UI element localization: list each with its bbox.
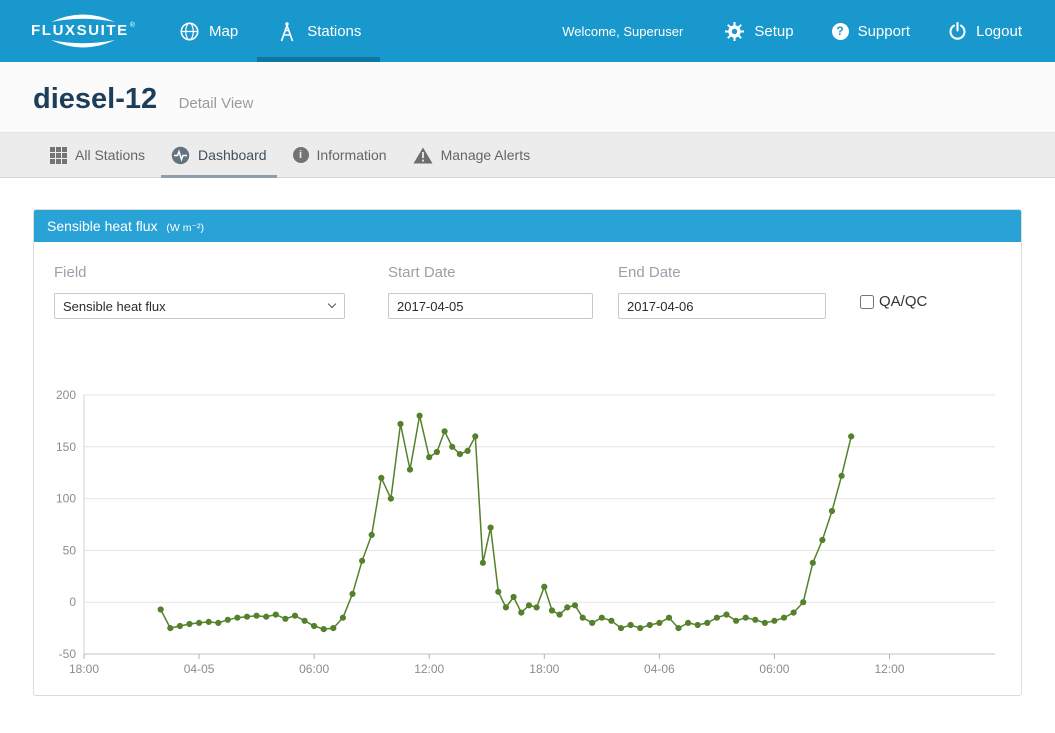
- svg-text:150: 150: [56, 440, 76, 454]
- brand-logo[interactable]: FLUXSUITE®: [34, 0, 132, 62]
- tab-dashboard-label: Dashboard: [198, 147, 267, 163]
- svg-text:50: 50: [63, 543, 77, 557]
- qaqc-checkbox[interactable]: [860, 295, 874, 309]
- flux-panel: Sensible heat flux (W m⁻²) Field Sensibl…: [33, 209, 1022, 696]
- svg-text:0: 0: [69, 595, 76, 609]
- end-date-label: End Date: [618, 264, 826, 281]
- question-icon: ?: [832, 23, 849, 40]
- welcome-text: Welcome, Superuser: [562, 24, 683, 39]
- top-navbar: FLUXSUITE® Map: [0, 0, 1055, 62]
- tab-manage-alerts-label: Manage Alerts: [441, 147, 531, 163]
- tab-bar: All Stations Dashboard i Information Man…: [0, 132, 1055, 178]
- field-label: Field: [54, 264, 345, 281]
- chart-controls: Field Sensible heat flux Start Date End …: [54, 264, 1001, 319]
- end-date-column: End Date: [618, 264, 826, 319]
- page-title: diesel-12: [33, 83, 157, 115]
- svg-text:-50: -50: [59, 647, 77, 661]
- svg-text:18:00: 18:00: [529, 662, 559, 676]
- start-date-input[interactable]: [388, 293, 593, 319]
- qaqc-label: QA/QC: [879, 293, 927, 310]
- field-column: Field Sensible heat flux: [54, 264, 345, 319]
- tab-dashboard[interactable]: Dashboard: [159, 133, 279, 177]
- alert-icon: [413, 147, 433, 164]
- station-icon: [276, 21, 298, 42]
- navbar-right: Welcome, Superuser Setup ? Support: [562, 0, 1041, 62]
- nav-setup-label: Setup: [754, 23, 793, 40]
- brand-name: FLUXSUITE: [31, 22, 129, 39]
- tab-all-stations-label: All Stations: [75, 147, 145, 163]
- panel-unit: (W m⁻²): [166, 222, 204, 234]
- svg-text:04-05: 04-05: [184, 662, 215, 676]
- svg-text:06:00: 06:00: [759, 662, 789, 676]
- nav-stations-label: Stations: [307, 23, 361, 40]
- globe-icon: [179, 21, 200, 42]
- info-icon: i: [293, 147, 309, 163]
- nav-logout-label: Logout: [976, 23, 1022, 40]
- nav-support-label: Support: [858, 23, 911, 40]
- end-date-input[interactable]: [618, 293, 826, 319]
- panel-header: Sensible heat flux (W m⁻²): [34, 210, 1021, 242]
- panel-body: Field Sensible heat flux Start Date End …: [34, 242, 1021, 695]
- nav-map[interactable]: Map: [160, 0, 257, 62]
- nav-stations[interactable]: Stations: [257, 0, 380, 62]
- tab-manage-alerts[interactable]: Manage Alerts: [401, 133, 543, 177]
- start-date-label: Start Date: [388, 264, 593, 281]
- panel-title: Sensible heat flux: [47, 218, 158, 234]
- svg-text:04-06: 04-06: [644, 662, 675, 676]
- field-select-wrap: Sensible heat flux: [54, 293, 345, 319]
- svg-text:12:00: 12:00: [875, 662, 905, 676]
- app-root: FLUXSUITE® Map: [0, 0, 1055, 696]
- tab-information[interactable]: i Information: [281, 133, 399, 177]
- svg-text:06:00: 06:00: [299, 662, 329, 676]
- svg-text:200: 200: [56, 388, 76, 402]
- primary-nav: Map Stations: [160, 0, 380, 62]
- svg-text:18:00: 18:00: [69, 662, 99, 676]
- gear-icon: [724, 21, 745, 42]
- registered-mark: ®: [130, 22, 135, 29]
- brand-swoosh-top-icon: [50, 13, 116, 22]
- svg-text:100: 100: [56, 492, 76, 506]
- page-header: diesel-12 Detail View: [0, 62, 1055, 132]
- field-select[interactable]: Sensible heat flux: [54, 293, 345, 319]
- pulse-icon: [171, 146, 190, 165]
- nav-support[interactable]: ? Support: [813, 0, 930, 62]
- power-icon: [948, 22, 967, 41]
- nav-setup[interactable]: Setup: [705, 0, 812, 62]
- start-date-column: Start Date: [388, 264, 593, 319]
- tab-information-label: Information: [317, 147, 387, 163]
- grid-icon: [50, 147, 67, 164]
- nav-map-label: Map: [209, 23, 238, 40]
- brand-swoosh-bottom-icon: [50, 40, 116, 49]
- svg-text:12:00: 12:00: [414, 662, 444, 676]
- nav-logout[interactable]: Logout: [929, 0, 1041, 62]
- qaqc-toggle[interactable]: QA/QC: [860, 293, 927, 310]
- page-subtitle: Detail View: [179, 95, 254, 112]
- tab-all-stations[interactable]: All Stations: [38, 133, 157, 177]
- flux-chart[interactable]: -50 0 50 100 150 200 18:00 04-05 06:00 12:00 18:00…: [54, 383, 1001, 683]
